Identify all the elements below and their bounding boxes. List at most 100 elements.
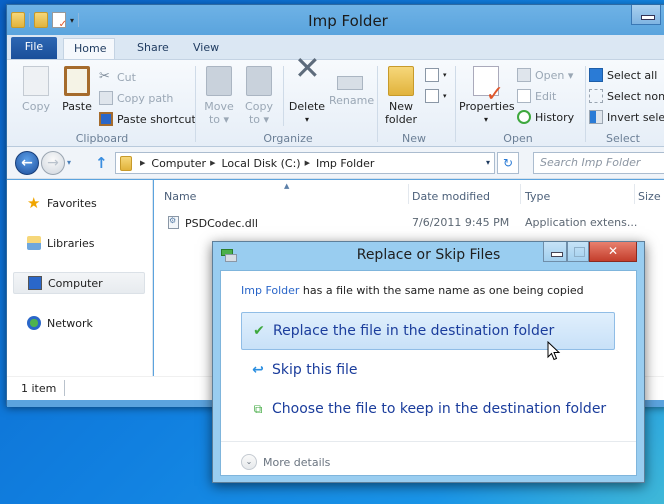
copy-path-label: Copy path: [117, 91, 174, 105]
more-details-button[interactable]: ⌄ More details: [241, 454, 330, 470]
edit-button[interactable]: Edit: [517, 87, 556, 105]
new-item-button[interactable]: ▾: [425, 66, 447, 84]
back-button[interactable]: ←: [15, 151, 39, 175]
breadcrumb-imp-folder[interactable]: Imp Folder: [316, 157, 374, 170]
tab-share[interactable]: Share: [127, 38, 179, 59]
copy-button[interactable]: Copy: [19, 66, 53, 113]
search-input[interactable]: Search Imp Folder: [533, 152, 664, 174]
rename-label: Rename: [329, 94, 375, 107]
ribbon: Copy Paste ✂ Cut Copy path Paste shortcu…: [7, 59, 664, 147]
column-separator[interactable]: [634, 184, 635, 204]
dialog-close-button[interactable]: ✕: [589, 242, 637, 262]
breadcrumb-local-disk[interactable]: Local Disk (C:): [221, 157, 300, 170]
select-all-button[interactable]: Select all: [589, 66, 657, 84]
nav-item-network[interactable]: Network: [13, 312, 145, 334]
column-header-date-modified[interactable]: Date modified: [412, 190, 490, 203]
breadcrumb-computer[interactable]: Computer: [151, 157, 206, 170]
copy-to-label: Copy: [245, 100, 273, 113]
breadcrumb-separator[interactable]: ▶: [140, 159, 145, 167]
nav-item-label: Libraries: [47, 236, 95, 250]
choose-file-label: Choose the file to keep in the destinati…: [272, 401, 607, 417]
paste-shortcut-label: Paste shortcut: [117, 112, 196, 126]
group-label-organize: Organize: [263, 132, 313, 145]
replace-or-skip-dialog: Replace or Skip Files ✕ Imp Folder has a…: [212, 241, 645, 483]
navigation-pane: ★ Favorites Libraries Computer Network: [7, 180, 153, 376]
properties-button[interactable]: Properties ▾: [459, 66, 515, 126]
nav-item-computer[interactable]: Computer: [13, 272, 145, 294]
column-header-type[interactable]: Type: [525, 190, 550, 203]
nav-item-favorites[interactable]: ★ Favorites: [13, 192, 145, 214]
choose-file-option[interactable]: ⧉ Choose the file to keep in the destina…: [241, 390, 615, 428]
breadcrumb-separator[interactable]: ▶: [305, 159, 310, 167]
copy-path-button[interactable]: Copy path: [99, 89, 173, 107]
up-arrow-icon[interactable]: ↑: [95, 154, 108, 172]
nav-item-libraries[interactable]: Libraries: [13, 232, 145, 254]
dialog-body: Imp Folder has a file with the same name…: [220, 270, 637, 476]
select-none-label: Select none: [607, 89, 664, 103]
delete-button[interactable]: Delete ▾: [287, 62, 327, 126]
invert-selection-button[interactable]: Invert selection: [589, 108, 664, 126]
item-count: 1 item: [21, 382, 57, 395]
history-button[interactable]: History: [517, 108, 574, 126]
group-separator: [455, 66, 456, 142]
easy-access-button[interactable]: ▾: [425, 87, 447, 105]
destination-folder-link[interactable]: Imp Folder: [241, 284, 299, 297]
paste-label: Paste: [62, 100, 92, 113]
rename-button[interactable]: Rename: [329, 66, 375, 107]
forward-button[interactable]: →: [41, 151, 65, 175]
delete-label: Delete: [288, 100, 326, 113]
invert-selection-label: Invert selection: [607, 110, 664, 124]
group-label-new: New: [402, 132, 426, 145]
paste-button[interactable]: Paste: [59, 66, 95, 113]
open-button[interactable]: Open ▾: [517, 66, 573, 84]
group-label-select: Select: [606, 132, 640, 145]
libraries-icon: [27, 236, 41, 250]
new-item-dropdown-arrow: ▾: [443, 71, 447, 79]
group-separator: [195, 66, 196, 142]
dll-file-icon: [168, 216, 179, 229]
nav-item-label: Favorites: [47, 196, 97, 210]
copy-to-button[interactable]: Copy to ▾: [241, 66, 277, 126]
paste-shortcut-icon: [99, 112, 113, 126]
tab-view[interactable]: View: [183, 38, 229, 59]
more-details-label: More details: [263, 455, 331, 469]
history-label: History: [535, 110, 575, 124]
column-header-name[interactable]: Name: [164, 190, 196, 203]
cut-label: Cut: [117, 70, 136, 84]
computer-icon: [28, 276, 42, 290]
column-separator[interactable]: [408, 184, 409, 204]
minimize-button[interactable]: [631, 5, 661, 25]
move-to-label: Move: [204, 100, 234, 113]
move-to-label-2: to ▾: [208, 113, 230, 126]
address-dropdown[interactable]: ▾: [486, 158, 490, 167]
group-label-open: Open: [503, 132, 533, 145]
select-none-button[interactable]: Select none: [589, 87, 664, 105]
dialog-divider: [221, 441, 636, 442]
copy-to-label-2: to ▾: [248, 113, 270, 126]
group-label-clipboard: Clipboard: [75, 132, 129, 145]
nav-item-label: Network: [47, 316, 93, 330]
breadcrumb-separator[interactable]: ▶: [210, 159, 215, 167]
properties-icon: [473, 66, 504, 101]
refresh-button[interactable]: ↻: [497, 152, 519, 174]
new-folder-button[interactable]: New folder: [383, 66, 419, 126]
skip-file-label: Skip this file: [272, 362, 358, 378]
tab-file[interactable]: File: [11, 37, 57, 59]
new-folder-label: New: [389, 100, 413, 113]
move-to-button[interactable]: Move to ▾: [201, 66, 237, 126]
tab-home[interactable]: Home: [63, 38, 115, 59]
new-item-icon: [425, 68, 439, 82]
recent-locations-dropdown[interactable]: ▾: [67, 158, 71, 167]
address-bar[interactable]: ▶ Computer ▶ Local Disk (C:) ▶ Imp Folde…: [115, 152, 495, 174]
column-separator[interactable]: [520, 184, 521, 204]
file-name-cell: PSDCodec.dll: [168, 216, 258, 230]
cut-button[interactable]: ✂ Cut: [99, 68, 136, 86]
group-separator: [585, 66, 586, 142]
open-label: Open ▾: [535, 68, 574, 82]
column-header-size[interactable]: Size: [638, 190, 661, 203]
paste-shortcut-button[interactable]: Paste shortcut: [99, 110, 196, 128]
dialog-minimize-button[interactable]: [543, 242, 567, 262]
dialog-maximize-button[interactable]: [567, 242, 589, 262]
select-none-icon: [589, 89, 603, 103]
invert-selection-icon: [589, 110, 603, 124]
